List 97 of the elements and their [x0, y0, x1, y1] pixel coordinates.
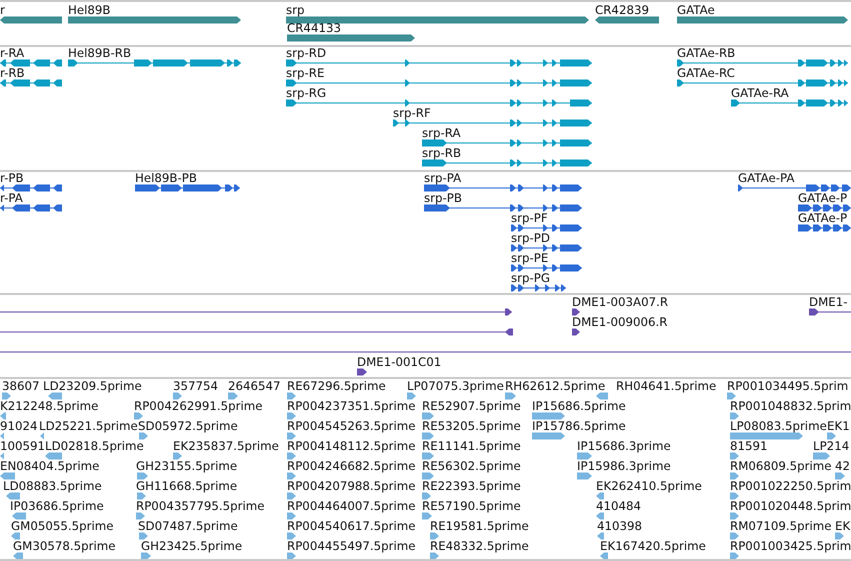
feature-label: LD25221.5prime — [39, 420, 138, 432]
feature-label: r-RA — [0, 47, 24, 59]
feature-label: srp-PF — [511, 212, 548, 224]
feature-label: GM30578.5prime — [13, 540, 116, 552]
feature-label: SD05972.5prime — [138, 420, 238, 432]
feature-label: EK — [835, 520, 850, 532]
feature-label: RP001048832.5prim — [730, 400, 851, 412]
feature-label: RE11141.5prime — [422, 440, 521, 452]
feature-label: srp-RA — [422, 127, 461, 139]
feature-label: Hel89B — [68, 4, 111, 16]
feature-label: RE52907.5prime — [422, 400, 521, 412]
feature-label: RE57190.5prime — [422, 500, 521, 512]
feature-label: EK167420.5prime — [600, 540, 706, 552]
feature-label: srp-PA — [424, 172, 462, 184]
feature-label: 91024 — [0, 420, 38, 432]
feature-label: GH11668.5prime — [136, 480, 238, 492]
feature-label: GATAe-P — [798, 212, 848, 224]
feature-label: RP001034495.5prim — [727, 380, 848, 392]
feature-label: 357754 — [173, 380, 218, 392]
feature-label: RM07109.5prime — [730, 520, 832, 532]
feature-label: GATAe-RA — [731, 87, 789, 99]
feature-label: LP07075.3prime — [407, 380, 504, 392]
feature-label: GATAe-RB — [677, 47, 736, 59]
feature-label: EK262410.5prime — [596, 480, 702, 492]
feature-label: r-PA — [0, 192, 23, 204]
feature-label: DME1-003A07.R — [572, 296, 668, 308]
feature-label: LD02818.5prime — [45, 440, 144, 452]
feature-label: Hel89B-RB — [68, 47, 132, 59]
feature-label: srp-RF — [393, 107, 431, 119]
feature-label: r — [0, 4, 5, 16]
feature-label: RP004262991.5prime — [134, 400, 262, 412]
feature-label: 2646547 — [228, 380, 281, 392]
feature-label: RP004207988.5prime — [287, 480, 416, 492]
feature-label: GATAe-P — [798, 192, 848, 204]
feature-label: DME1-001C01 — [357, 356, 442, 368]
feature-label: srp-RD — [286, 47, 326, 59]
feature-label: LP214 — [813, 440, 850, 452]
feature-label: srp-RG — [286, 87, 326, 99]
feature-label: 410484 — [596, 500, 642, 512]
feature-label: RP001003425.5prim — [730, 540, 851, 552]
feature-label: LD23209.5prime — [43, 380, 142, 392]
feature-label: 410398 — [597, 520, 642, 532]
feature-label: RM06809.5prime — [730, 460, 832, 472]
feature-label: 42 — [835, 460, 850, 472]
feature-label: RE22393.5prime — [422, 480, 521, 492]
feature-label: IP15986.3prime — [577, 460, 671, 472]
feature-label: RP004237351.5prime — [287, 400, 416, 412]
feature-label: srp-PD — [511, 232, 550, 244]
feature-label: LD08883.5prime — [3, 480, 102, 492]
feature-label: IP15686.5prime — [532, 400, 626, 412]
feature-label: RP004148112.5prime — [287, 440, 416, 452]
feature-label: DME1- — [809, 296, 848, 308]
feature-label: r-PB — [0, 172, 24, 184]
feature-label: GM05055.5prime — [11, 520, 114, 532]
feature-label: RP004246682.5prime — [287, 460, 416, 472]
feature-label: r-RB — [0, 67, 25, 79]
feature-label: srp — [286, 4, 304, 16]
feature-label: RP001022250.5prim — [730, 480, 851, 492]
feature-label: RH62612.5prime — [505, 380, 606, 392]
feature-label: srp-PB — [424, 192, 462, 204]
feature-label: RP004540617.5prime — [287, 520, 416, 532]
feature-label: GATAe-PA — [738, 172, 794, 184]
feature-label: 100591 — [0, 440, 46, 452]
feature-label: RE19581.5prime — [430, 520, 529, 532]
feature-label: K212248.5prime — [0, 400, 98, 412]
feature-label: RP004464007.5prime — [287, 500, 416, 512]
feature-label: RE56302.5prime — [422, 460, 521, 472]
feature-label: srp-RE — [286, 67, 324, 79]
feature-label: CR44133 — [287, 22, 341, 34]
feature-label: IP03686.5prime — [10, 500, 104, 512]
feature-label: IP15786.5prime — [532, 420, 626, 432]
feature-label: Hel89B-PB — [135, 172, 197, 184]
feature-label: RP004357795.5prime — [136, 500, 264, 512]
feature-label: RE53205.5prime — [422, 420, 521, 432]
feature-label: 81591 — [730, 440, 768, 452]
feature-label: RP004545263.5prime — [287, 420, 416, 432]
feature-label: DME1-009006.R — [572, 316, 668, 328]
feature-label: IP15686.3prime — [577, 440, 671, 452]
feature-label: GATAe — [677, 4, 715, 16]
feature-label: LP08083.5prime — [730, 420, 827, 432]
feature-label: EN08404.5prime — [0, 460, 100, 472]
feature-label: GH23155.5prime — [136, 460, 238, 472]
feature-label: RH04641.5prime — [616, 380, 716, 392]
feature-label: srp-RB — [422, 147, 462, 159]
feature-label: RP004455497.5prime — [287, 540, 416, 552]
feature-label: RE67296.5prime — [287, 380, 386, 392]
feature-label: RE48332.5prime — [430, 540, 529, 552]
feature-label: srp-PG — [511, 272, 550, 284]
feature-label: 38607 — [2, 380, 40, 392]
feature-label: SD07487.5prime — [138, 520, 238, 532]
feature-label: CR42839 — [595, 4, 649, 16]
feature-label: GH23425.5prime — [141, 540, 242, 552]
feature-label: EK235837.5prime — [173, 440, 279, 452]
feature-label: srp-PE — [511, 252, 548, 264]
feature-label: GATAe-RC — [677, 67, 735, 79]
feature-label: RP001020448.5prim — [730, 500, 851, 512]
feature-label: EK1 — [827, 420, 850, 432]
